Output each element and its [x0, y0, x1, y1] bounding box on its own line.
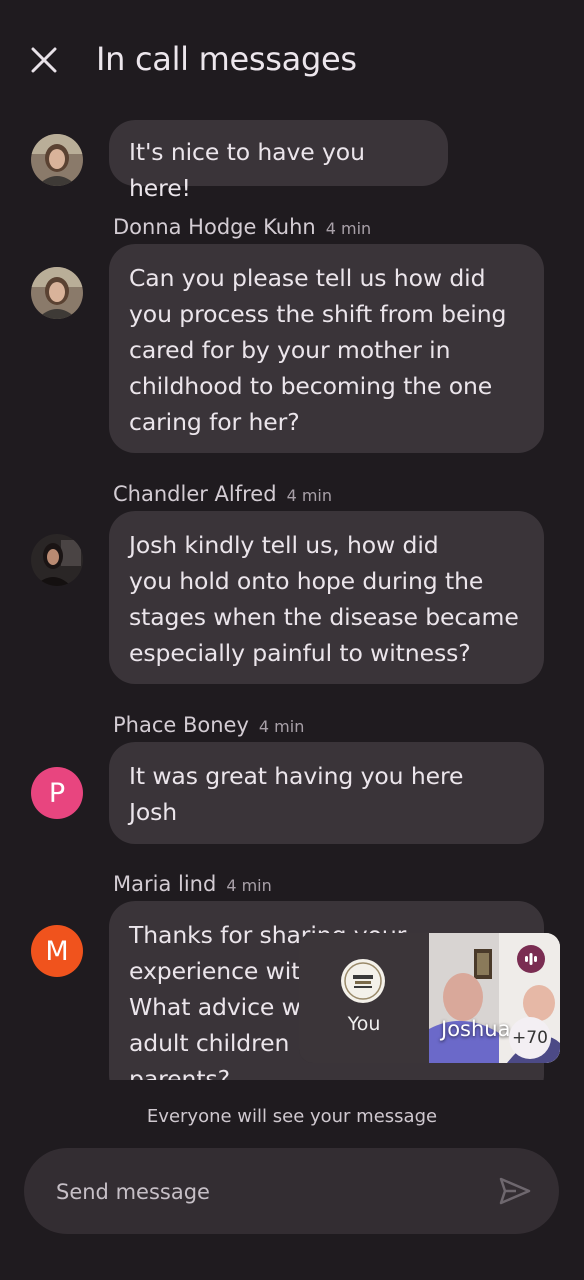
avatar: [31, 534, 83, 586]
send-button[interactable]: [492, 1168, 538, 1214]
message-line: you process the shift from being: [129, 300, 507, 328]
message-input[interactable]: [54, 1148, 478, 1236]
self-label: You: [347, 1013, 381, 1035]
sender-label: Chandler Alfred: [113, 482, 277, 506]
message-line: especially painful to witness?: [129, 639, 471, 667]
message-line: Josh kindly tell us, how did: [129, 531, 439, 559]
header: In call messages: [0, 0, 584, 110]
avatar: M: [31, 925, 83, 977]
remote-participant-name: Joshua: [441, 1017, 511, 1041]
page-title: In call messages: [96, 40, 357, 78]
video-pip[interactable]: You Joshua +70: [299, 933, 560, 1063]
message-line: Can you please tell us how did: [129, 264, 486, 292]
sender-name: Chandler Alfred 4 min: [113, 481, 332, 509]
message-line: caring for her?: [129, 408, 300, 436]
sender-label: Phace Boney: [113, 713, 249, 737]
self-avatar-logo: [341, 959, 385, 1003]
remote-tile[interactable]: Joshua +70: [429, 933, 560, 1063]
message-bubble: Can you please tell us how did you proce…: [109, 244, 544, 453]
message-line: cared for by your mother in: [129, 336, 451, 364]
message-line: It was great having you here: [129, 762, 464, 790]
avatar: [31, 267, 83, 319]
avatar-letter: P: [48, 777, 66, 809]
message-bubble: It was great having you here Josh: [109, 742, 544, 844]
message-line: stages when the disease became: [129, 603, 519, 631]
message-bubble: Josh kindly tell us, how did you hold on…: [109, 511, 544, 684]
audio-level-icon: [517, 945, 545, 973]
in-call-messages-screen: In call messages It's nice to have you h…: [0, 0, 584, 1280]
send-icon: [499, 1177, 531, 1205]
close-button[interactable]: [20, 36, 68, 84]
sender-name: Phace Boney 4 min: [113, 712, 304, 740]
avatar-letter: M: [45, 935, 69, 967]
visibility-notice: Everyone will see your message: [146, 1106, 438, 1127]
avatar: P: [31, 767, 83, 819]
sender-label: Donna Hodge Kuhn: [113, 215, 316, 239]
message-time: 4 min: [226, 876, 272, 895]
message-line: childhood to becoming the one: [129, 372, 493, 400]
message-text: It's nice to have you here!: [129, 138, 365, 202]
message-time: 4 min: [325, 219, 372, 238]
message-line: parents?: [129, 1065, 230, 1080]
message-time: 4 min: [286, 486, 332, 505]
message-line: you hold onto hope during the: [129, 567, 484, 595]
others-count-badge: +70: [509, 1017, 551, 1059]
sender-label: Maria lind: [113, 872, 217, 896]
avatar: [31, 134, 83, 186]
self-tile[interactable]: You: [299, 933, 429, 1063]
close-icon: [31, 47, 57, 73]
message-bubble: It's nice to have you here!: [109, 120, 448, 202]
sender-name: Maria lind 4 min: [113, 871, 272, 899]
message-composer: [24, 1148, 559, 1236]
sender-name: Donna Hodge Kuhn 4 min: [113, 214, 371, 242]
message-line: Josh: [129, 798, 178, 826]
message-time: 4 min: [258, 717, 305, 736]
